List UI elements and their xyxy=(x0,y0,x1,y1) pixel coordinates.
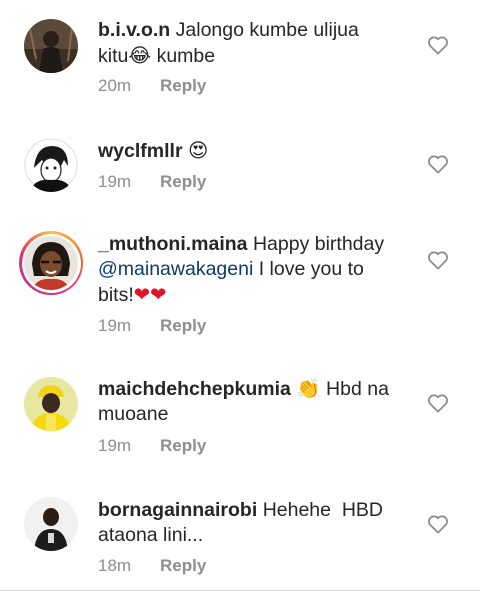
username[interactable]: bornagainnairobi xyxy=(98,499,257,521)
reply-button[interactable]: Reply xyxy=(160,172,206,191)
comment-meta: 19m Reply xyxy=(98,172,206,192)
laughing-emoji-icon: 😂 xyxy=(128,44,152,67)
timestamp: 18m xyxy=(98,556,132,575)
avatar[interactable] xyxy=(24,19,78,73)
comment-line: muoane xyxy=(98,403,169,425)
timestamp: 19m xyxy=(98,436,132,455)
comment-line: Jalongo kumbe ulijua xyxy=(175,19,359,41)
clapping-hands-emoji-icon: 👏 xyxy=(296,377,321,400)
anime-drawing-avatar-icon xyxy=(24,138,78,192)
heart-outline-icon[interactable] xyxy=(427,250,449,270)
comment-text: b.i.v.o.n Jalongo kumbe ulijua kitu😂 kum… xyxy=(98,18,403,69)
comment-text: wyclfmllr 😍 xyxy=(98,138,403,164)
reply-button[interactable]: Reply xyxy=(160,436,206,455)
comment-line: Hbd na xyxy=(326,378,389,400)
heart-outline-icon[interactable] xyxy=(427,154,449,174)
yellow-outfit-avatar-icon xyxy=(24,377,78,431)
avatar[interactable] xyxy=(24,236,78,290)
username[interactable]: _muthoni.maina xyxy=(98,233,248,255)
reply-button[interactable]: Reply xyxy=(160,316,206,335)
comment-line: Hehehe HBD xyxy=(262,499,384,521)
username[interactable]: wyclfmllr xyxy=(98,140,183,162)
heart-outline-icon[interactable] xyxy=(427,393,449,413)
comment-line: I love you to xyxy=(258,258,364,280)
heart-outline-icon[interactable] xyxy=(427,35,449,55)
red-heart-emoji-icon: ❤❤ xyxy=(133,283,167,306)
comment-line: kumbe xyxy=(156,45,216,67)
comment-text: maichdehchepkumia 👏 Hbd na muoane xyxy=(98,376,403,427)
comment-line: ataona lini... xyxy=(98,524,204,546)
mention-link[interactable]: @mainawakageni xyxy=(98,258,253,280)
avatar[interactable] xyxy=(24,497,78,551)
comment-meta: 19m Reply xyxy=(98,436,206,456)
comment-text: bornagainnairobi Hehehe HBD ataona lini.… xyxy=(98,498,403,548)
comment-line: Happy birthday xyxy=(252,233,385,255)
username[interactable]: b.i.v.o.n xyxy=(98,19,170,41)
woman-photo-avatar-icon xyxy=(24,236,78,290)
man-photo-avatar-icon xyxy=(24,497,78,551)
heart-outline-icon[interactable] xyxy=(427,514,449,534)
dark-photo-avatar-icon xyxy=(24,19,78,73)
reply-button[interactable]: Reply xyxy=(160,76,206,95)
reply-button[interactable]: Reply xyxy=(160,556,206,575)
timestamp: 19m xyxy=(98,316,132,335)
comment-meta: 18m Reply xyxy=(98,556,206,576)
timestamp: 20m xyxy=(98,76,132,95)
comment-line: bits! xyxy=(98,284,134,306)
comment-meta: 20m Reply xyxy=(98,76,206,96)
comment-meta: 19m Reply xyxy=(98,316,206,336)
timestamp: 19m xyxy=(98,172,132,191)
avatar[interactable] xyxy=(24,138,78,192)
divider xyxy=(0,590,480,591)
comment-text: _muthoni.maina Happy birthday @mainawaka… xyxy=(98,232,403,308)
comment-line: kitu xyxy=(98,45,129,67)
avatar[interactable] xyxy=(24,377,78,431)
heart-eyes-emoji-icon: 😍 xyxy=(187,139,209,162)
username[interactable]: maichdehchepkumia xyxy=(98,378,291,400)
